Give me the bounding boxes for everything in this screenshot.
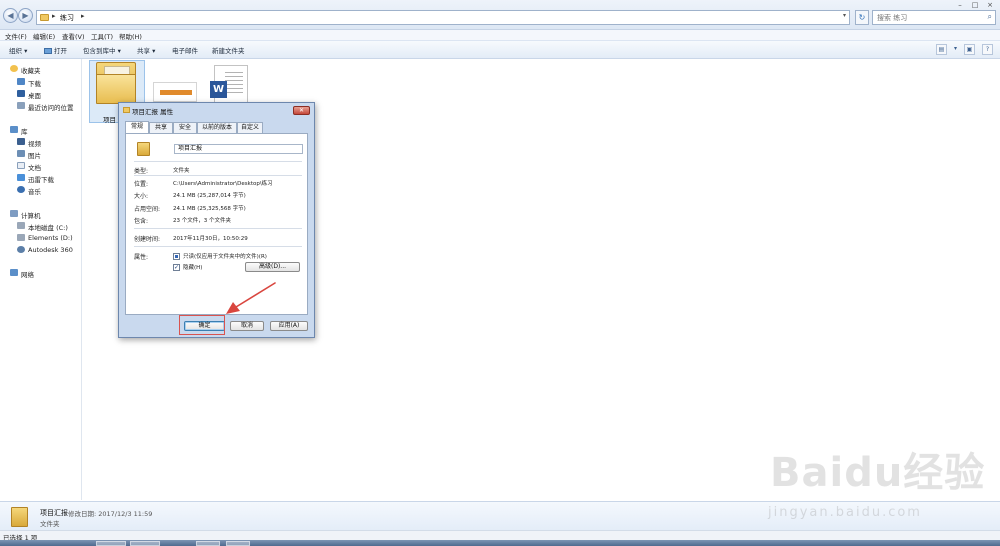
details-modified: 修改日期: 2017/12/3 11:59 <box>68 510 153 518</box>
taskbar <box>0 540 1000 546</box>
arrow-head <box>226 302 240 314</box>
details-name: 项目汇报 <box>40 509 68 517</box>
folder-icon <box>11 507 28 527</box>
watermark-brand: Baidu经验 <box>770 450 986 496</box>
taskbar-button[interactable] <box>226 541 250 546</box>
taskbar-button[interactable] <box>130 541 160 546</box>
arrow-shaft <box>235 282 276 308</box>
details-type: 文件夹 <box>40 520 60 528</box>
status-bar: 已选择 1 项 <box>0 530 1000 542</box>
taskbar-button[interactable] <box>96 541 126 546</box>
taskbar-button[interactable] <box>196 541 220 546</box>
watermark-url: jingyan.baidu.com <box>768 505 922 520</box>
